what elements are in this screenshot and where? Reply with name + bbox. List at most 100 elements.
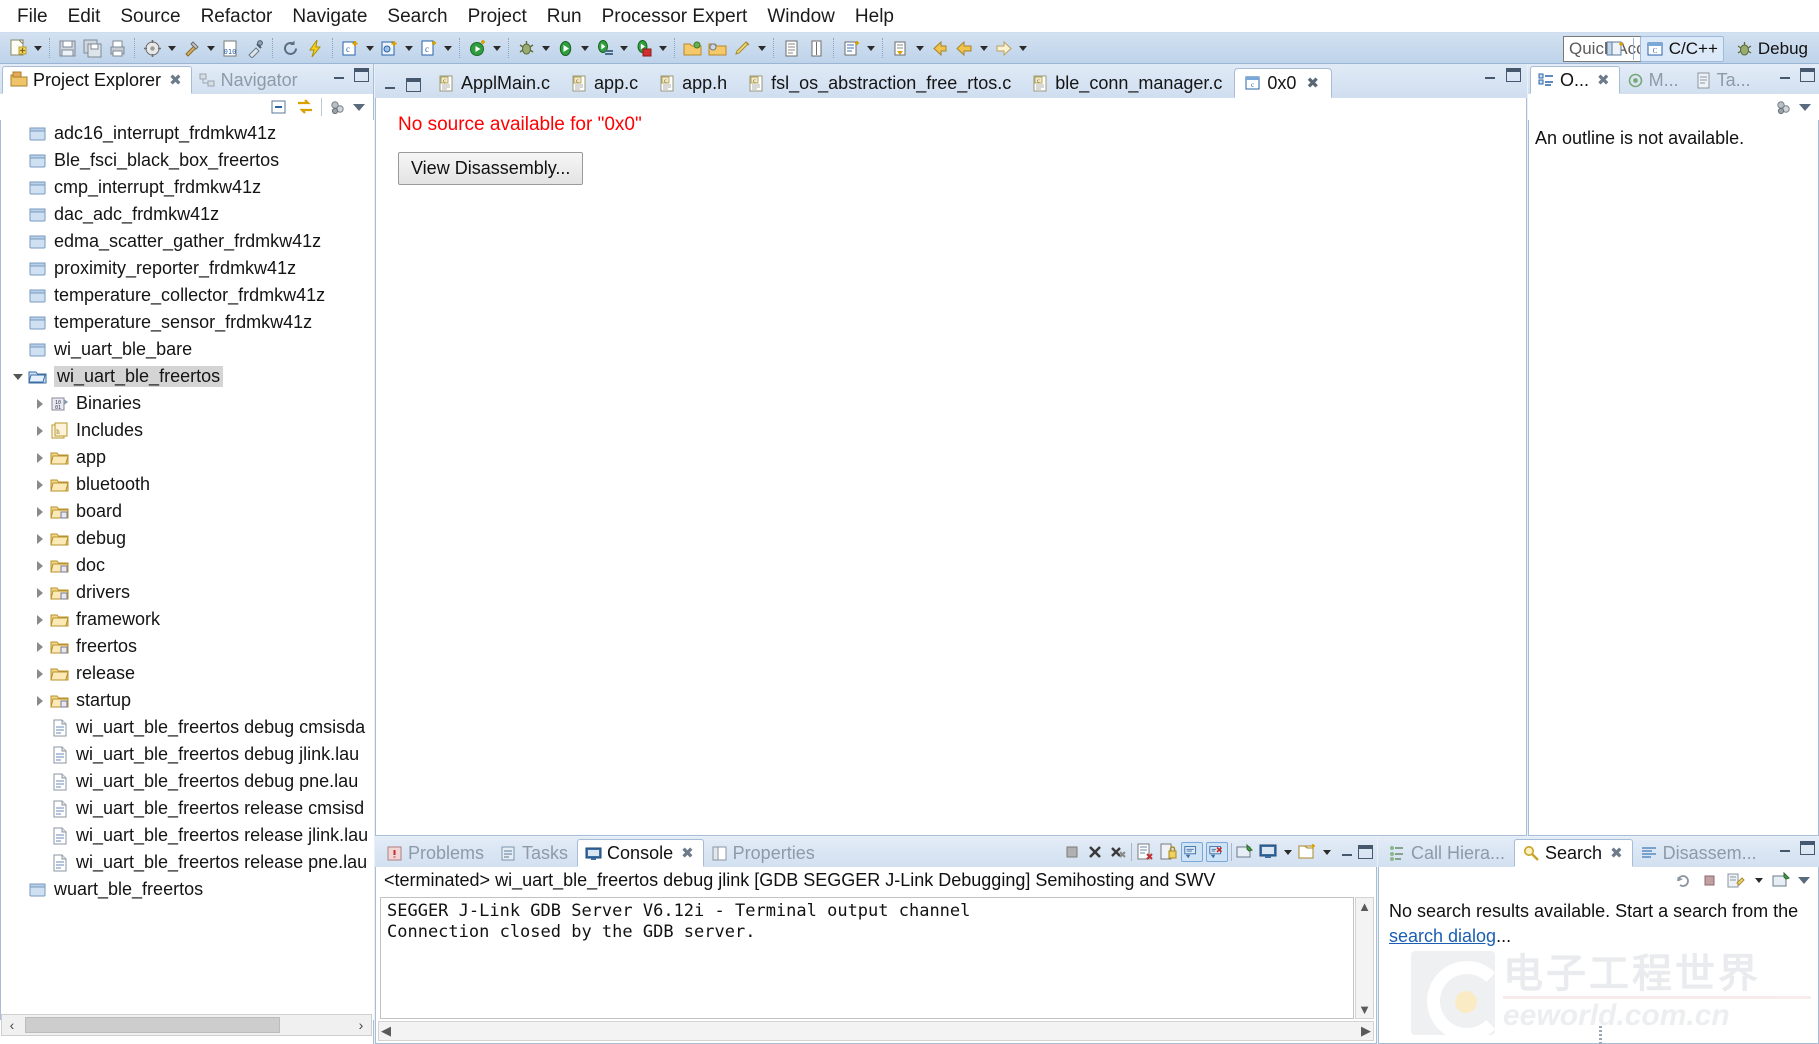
minimize-icon[interactable] — [332, 68, 347, 82]
open-perspective-icon[interactable] — [1603, 37, 1627, 61]
clean-icon[interactable] — [243, 36, 267, 60]
menu-item-edit[interactable]: Edit — [59, 4, 110, 29]
run-external-tool-icon[interactable] — [465, 36, 489, 60]
editor-tab-0x0[interactable]: c 0x0 ✖ — [1234, 68, 1333, 98]
view-drag-handle[interactable] — [1598, 1026, 1602, 1044]
tree-item-cmp-interrupt-frdmkw41z[interactable]: cmp_interrupt_frdmkw41z — [1, 174, 374, 201]
minimize-icon[interactable] — [1483, 68, 1498, 82]
scroll-right-icon[interactable]: ▶ — [1361, 1023, 1371, 1039]
debug-dropdown-icon[interactable] — [539, 36, 552, 60]
menu-item-source[interactable]: Source — [111, 4, 189, 29]
tab-project-explorer[interactable]: Project Explorer ✖ — [2, 66, 192, 94]
menu-item-file[interactable]: File — [8, 4, 57, 29]
tab-outline[interactable]: O... ✖ — [1530, 66, 1620, 94]
minimize-icon[interactable] — [1340, 845, 1355, 859]
chevron-right-icon[interactable] — [31, 642, 49, 652]
new-wizard-dropdown-icon[interactable] — [31, 36, 44, 60]
new-c-file-dropdown-icon[interactable] — [441, 36, 454, 60]
remove-all-launches-icon[interactable] — [1108, 842, 1128, 862]
chevron-right-icon[interactable] — [31, 534, 49, 544]
tree-item-wi-uart-ble-freertos-release-pne-lau[interactable]: wi_uart_ble_freertos release pne.lau — [1, 849, 374, 876]
editor-tab-app-h[interactable]: c app.h — [650, 68, 739, 98]
new-c-project-dropdown-icon[interactable] — [363, 36, 376, 60]
build-all-icon[interactable] — [140, 36, 164, 60]
new-c-project-icon[interactable]: c — [338, 36, 362, 60]
tab-navigator[interactable]: Navigator — [192, 66, 307, 94]
back-icon[interactable] — [927, 36, 951, 60]
terminate-icon[interactable] — [1062, 842, 1082, 862]
open-resource-icon[interactable] — [705, 36, 729, 60]
chevron-down-icon[interactable] — [9, 374, 27, 380]
back-dropdown-icon[interactable] — [977, 36, 990, 60]
tab-search[interactable]: Search ✖ — [1514, 839, 1633, 867]
refresh-icon[interactable] — [278, 36, 302, 60]
tree-item-edma-scatter-gather-frdmkw41z[interactable]: edma_scatter_gather_frdmkw41z — [1, 228, 374, 255]
run-dropdown-icon[interactable] — [578, 36, 591, 60]
editor-restore-icon[interactable] — [406, 78, 421, 92]
new-task-dropdown-icon[interactable] — [864, 36, 877, 60]
pin-search-icon[interactable] — [1772, 871, 1791, 890]
tree-item-wi-uart-ble-freertos-debug-jlink-lau[interactable]: wi_uart_ble_freertos debug jlink.lau — [1, 741, 374, 768]
debug-icon[interactable] — [514, 36, 538, 60]
tab-problems[interactable]: Problems — [379, 839, 493, 867]
tree-item-binaries[interactable]: 10 01 Binaries — [1, 390, 374, 417]
maximize-icon[interactable] — [1800, 841, 1815, 855]
new-c-file-icon[interactable]: c — [416, 36, 440, 60]
marker-icon[interactable] — [730, 36, 754, 60]
close-icon[interactable]: ✖ — [169, 71, 182, 89]
show-console-on-error-icon[interactable] — [1206, 842, 1228, 862]
build-all-dropdown-icon[interactable] — [165, 36, 178, 60]
tree-item-temperature-collector-frdmkw41z[interactable]: temperature_collector_frdmkw41z — [1, 282, 374, 309]
view-options-icon[interactable] — [328, 98, 347, 117]
show-console-on-output-icon[interactable] — [1181, 842, 1203, 862]
previous-annotation-icon[interactable] — [888, 36, 912, 60]
tree-item-dac-adc-frdmkw41z[interactable]: dac_adc_frdmkw41z — [1, 201, 374, 228]
view-menu-icon[interactable] — [353, 103, 365, 111]
tree-item-freertos[interactable]: freertos — [1, 633, 374, 660]
tab-call-hierarchy[interactable]: Call Hiera... — [1382, 839, 1514, 867]
console-hscrollbar[interactable]: ◀ ▶ — [378, 1021, 1374, 1041]
scroll-down-icon[interactable]: ▼ — [1356, 1002, 1373, 1017]
save-icon[interactable] — [55, 36, 79, 60]
open-console-dropdown-icon[interactable] — [1320, 840, 1333, 864]
clear-console-icon[interactable] — [1135, 842, 1155, 862]
close-icon[interactable]: ✖ — [1610, 844, 1623, 862]
editor-tab-app-c[interactable]: c app.c — [562, 68, 650, 98]
tab-properties[interactable]: Properties — [704, 839, 824, 867]
tab-tasks[interactable]: Tasks — [493, 839, 577, 867]
view-options-icon[interactable] — [1774, 98, 1793, 117]
chevron-right-icon[interactable] — [31, 453, 49, 463]
new-cpp-class-icon[interactable] — [377, 36, 401, 60]
print-icon[interactable] — [105, 36, 129, 60]
tree-item-debug[interactable]: debug — [1, 525, 374, 552]
tree-item-app[interactable]: app — [1, 444, 374, 471]
previous-annotation-dropdown-icon[interactable] — [913, 36, 926, 60]
remove-launch-icon[interactable] — [1085, 842, 1105, 862]
terminate-dropdown-icon[interactable] — [656, 36, 669, 60]
editor-tab-ble-conn-manager-c[interactable]: c ble_conn_manager.c — [1023, 68, 1234, 98]
console-output[interactable]: SEGGER J-Link GDB Server V6.12i - Termin… — [380, 897, 1354, 1019]
close-icon[interactable]: ✖ — [681, 844, 694, 862]
lock-scroll-icon[interactable] — [1158, 842, 1178, 862]
view-menu-icon[interactable] — [1799, 103, 1811, 111]
run-external-tool-dropdown-icon[interactable] — [490, 36, 503, 60]
collapse-all-icon[interactable] — [270, 98, 289, 117]
tab-disassembly[interactable]: Disassem... — [1633, 839, 1766, 867]
toggle-block-icon[interactable] — [779, 36, 803, 60]
tab-console[interactable]: Console ✖ — [577, 839, 704, 867]
tree-item-wi-uart-ble-freertos-debug-pne-lau[interactable]: wi_uart_ble_freertos debug pne.lau — [1, 768, 374, 795]
tree-item-wi-uart-ble-freertos-debug-cmsisda[interactable]: wi_uart_ble_freertos debug cmsisda — [1, 714, 374, 741]
back-history-icon[interactable] — [952, 36, 976, 60]
forward-icon[interactable] — [991, 36, 1015, 60]
editor-tab-fsl-os-abstraction-free-rtos-c[interactable]: c fsl_os_abstraction_free_rtos.c — [739, 68, 1023, 98]
open-folder-icon[interactable] — [680, 36, 704, 60]
editor-tab-applmain-c[interactable]: c ApplMain.c — [429, 68, 562, 98]
scroll-left-icon[interactable]: ‹ — [2, 1015, 22, 1035]
view-disassembly-button[interactable]: View Disassembly... — [398, 152, 584, 185]
tree-item-drivers[interactable]: drivers — [1, 579, 374, 606]
maximize-icon[interactable] — [1358, 845, 1373, 859]
menu-item-help[interactable]: Help — [846, 4, 903, 29]
tree-item-wi-uart-ble-freertos[interactable]: wi_uart_ble_freertos — [1, 363, 374, 390]
perspective-debug[interactable]: Debug — [1730, 37, 1813, 61]
tree-item-wi-uart-ble-bare[interactable]: wi_uart_ble_bare — [1, 336, 374, 363]
